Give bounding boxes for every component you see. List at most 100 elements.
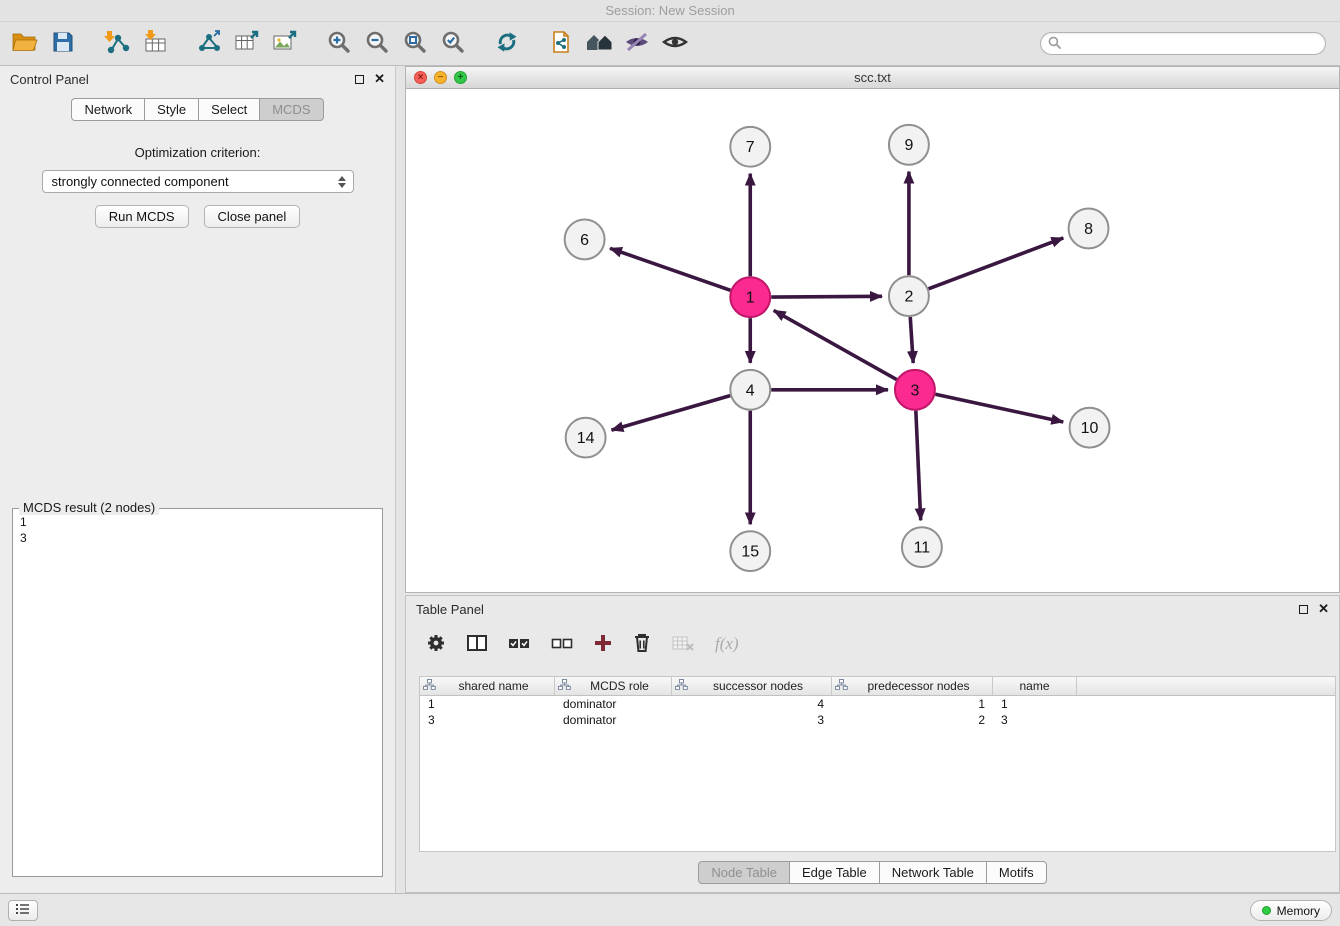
memory-status-icon [1262,906,1271,915]
tab-network[interactable]: Network [71,98,145,121]
table-cell: 3 [420,712,555,728]
table-row[interactable]: 1dominator411 [420,696,1335,712]
minimize-window-button[interactable]: − [434,71,447,84]
float-panel-button[interactable] [355,75,364,84]
column-header-successor-nodes[interactable]: successor nodes [672,677,832,695]
table-panel-title: Table Panel [416,602,1289,617]
column-header-filler [1077,677,1335,695]
panel-split-divider[interactable] [396,66,405,893]
network-graph[interactable]: 7968124314101511 [406,89,1339,592]
network-canvas[interactable]: 7968124314101511 [406,89,1339,592]
status-menu-button[interactable] [8,900,38,921]
graph-edge-1-6[interactable] [610,248,730,290]
tab-mcds[interactable]: MCDS [259,98,323,121]
eye-slash-icon [624,31,650,56]
deselect-all-button[interactable] [551,635,573,654]
graph-node-label: 11 [914,540,931,557]
graph-node-label: 10 [1081,420,1099,437]
memory-button[interactable]: Memory [1250,900,1332,921]
mcds-result-list[interactable]: 1 3 [13,509,382,551]
select-arrows-icon [338,176,346,188]
close-panel-button-mcds[interactable]: Close panel [204,205,301,228]
graph-node-label: 4 [746,382,755,399]
table-panel-tabs: Node Table Edge Table Network Table Moti… [406,861,1339,884]
function-builder-button[interactable]: f(x) [715,634,739,654]
export-image-icon [272,30,298,57]
float-table-panel-button[interactable] [1299,605,1308,614]
two-houses-button[interactable] [580,26,618,62]
graph-edge-2-8[interactable] [929,238,1064,289]
close-panel-button[interactable]: ✕ [374,71,385,87]
unchecked-boxes-icon [551,635,573,654]
gear-icon [426,633,446,656]
graph-edge-3-10[interactable] [935,394,1063,422]
eye-slash-button[interactable] [618,26,656,62]
table-cell: 4 [672,696,832,712]
column-label: name [996,679,1073,693]
eye-icon [662,31,688,56]
import-table-button[interactable] [136,26,174,62]
status-bar: Memory [0,893,1340,926]
network-window-title: scc.txt [854,70,891,85]
search-input[interactable] [1065,34,1325,53]
optimization-criterion-select[interactable]: strongly connected component [42,170,354,193]
tab-motifs[interactable]: Motifs [986,861,1047,884]
column-header-shared-name[interactable]: shared name [420,677,555,695]
table-settings-button[interactable] [426,633,446,656]
graph-edge-3-11[interactable] [916,411,921,521]
zoom-selected-button[interactable] [434,26,472,62]
table-cell: 3 [672,712,832,728]
zoom-out-button[interactable] [358,26,396,62]
export-network-button[interactable] [190,26,228,62]
open-session-button[interactable] [6,26,44,62]
graph-node-label: 9 [904,137,913,154]
graph-edge-3-1[interactable] [774,310,897,379]
table-row[interactable]: 3dominator323 [420,712,1335,728]
zoom-in-icon [327,30,351,57]
close-table-panel-button[interactable]: ✕ [1318,601,1329,617]
add-column-button[interactable] [594,634,612,655]
tab-edge-table[interactable]: Edge Table [789,861,880,884]
close-window-button[interactable]: × [414,71,427,84]
column-header-mcds-role[interactable]: MCDS role [555,677,672,695]
select-all-button[interactable] [508,635,530,654]
control-panel-title: Control Panel [10,72,345,87]
delete-column-button[interactable] [633,633,651,656]
save-session-button[interactable] [44,26,82,62]
sitemap-icon [835,679,848,693]
zoom-in-button[interactable] [320,26,358,62]
sitemap-icon [558,679,571,693]
maximize-window-button[interactable]: + [454,71,467,84]
control-panel-tabs: Network Style Select MCDS [0,98,395,121]
zoom-fit-button[interactable] [396,26,434,62]
table-delete-icon [672,635,694,654]
graph-edge-4-14[interactable] [611,396,730,430]
column-header-name[interactable]: name [993,677,1077,695]
graph-edge-2-3[interactable] [910,317,913,363]
zoom-selected-icon [441,30,465,57]
tab-style[interactable]: Style [144,98,199,121]
delete-table-button[interactable] [672,635,694,654]
toolbar-search[interactable] [1040,32,1326,55]
graph-edge-1-2[interactable] [771,296,882,297]
refresh-icon [495,30,519,57]
run-mcds-button[interactable]: Run MCDS [95,205,189,228]
split-view-button[interactable] [467,634,487,655]
mcds-result-groupbox: MCDS result (2 nodes) 1 3 [12,508,383,877]
document-network-button[interactable] [542,26,580,62]
import-network-button[interactable] [98,26,136,62]
apply-layout-button[interactable] [488,26,526,62]
network-window-titlebar[interactable]: × − + scc.txt [406,67,1339,89]
column-header-predecessor-nodes[interactable]: predecessor nodes [832,677,993,695]
export-table-button[interactable] [228,26,266,62]
birds-eye-view-button[interactable] [656,26,694,62]
mcds-result-line: 1 [20,514,375,530]
tab-select[interactable]: Select [198,98,260,121]
memory-label: Memory [1277,904,1320,918]
table-cell: 1 [832,696,993,712]
table-cell: dominator [555,696,672,712]
optimization-criterion-value: strongly connected component [52,174,229,189]
tab-node-table[interactable]: Node Table [698,861,790,884]
export-image-button[interactable] [266,26,304,62]
tab-network-table[interactable]: Network Table [879,861,987,884]
